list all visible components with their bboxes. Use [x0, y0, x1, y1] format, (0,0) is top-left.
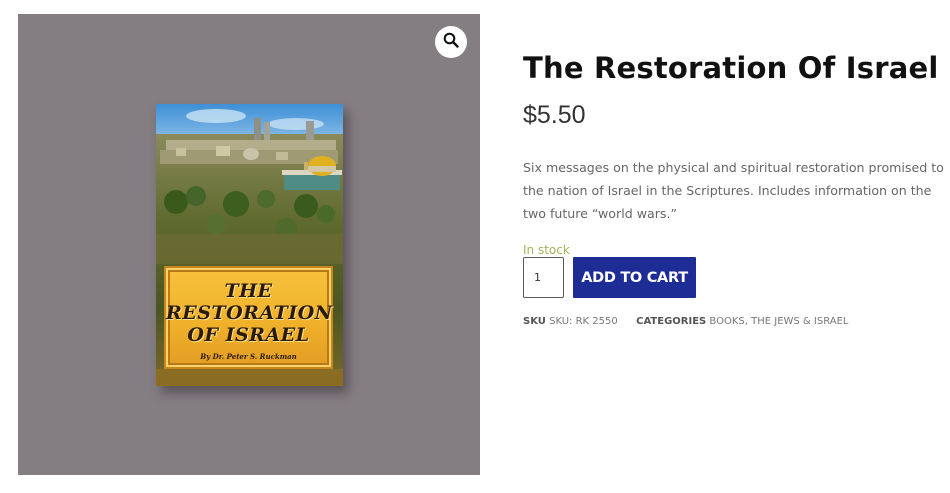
category-link[interactable]: THE JEWS & ISRAEL: [751, 316, 848, 327]
add-to-cart-button[interactable]: ADD TO CART: [573, 257, 696, 298]
stock-status: In stock: [523, 243, 570, 257]
product-image[interactable]: THE RESTORATION OF ISRAEL By Dr. Peter S…: [156, 104, 343, 386]
product-title: The Restoration Of Israel: [523, 51, 939, 85]
category-link[interactable]: BOOKS: [709, 316, 744, 327]
cover-title-line: OF ISRAEL: [187, 324, 310, 346]
cover-author: By Dr. Peter S. Ruckman: [200, 352, 297, 361]
categories-label: CATEGORIES: [636, 316, 707, 327]
product-description: Six messages on the physical and spiritu…: [523, 160, 944, 221]
product-meta: SKU SKU: RK 2550 CATEGORIES BOOKS, THE J…: [523, 315, 848, 329]
product-price: $5.50: [523, 101, 586, 129]
cover-title-line: THE: [224, 280, 273, 302]
cover-title-line: RESTORATION: [166, 302, 333, 324]
quantity-input[interactable]: [523, 257, 564, 298]
product-gallery: THE RESTORATION OF ISRAEL By Dr. Peter S…: [18, 14, 480, 475]
zoom-button[interactable]: [435, 26, 467, 58]
magnifier-icon: [443, 32, 459, 52]
product-summary: The Restoration Of Israel $5.50 Six mess…: [523, 48, 944, 225]
cover-title-plaque: THE RESTORATION OF ISRAEL By Dr. Peter S…: [164, 266, 333, 369]
sku-value: SKU: RK 2550: [549, 316, 618, 327]
sku-label: SKU: [523, 316, 546, 327]
